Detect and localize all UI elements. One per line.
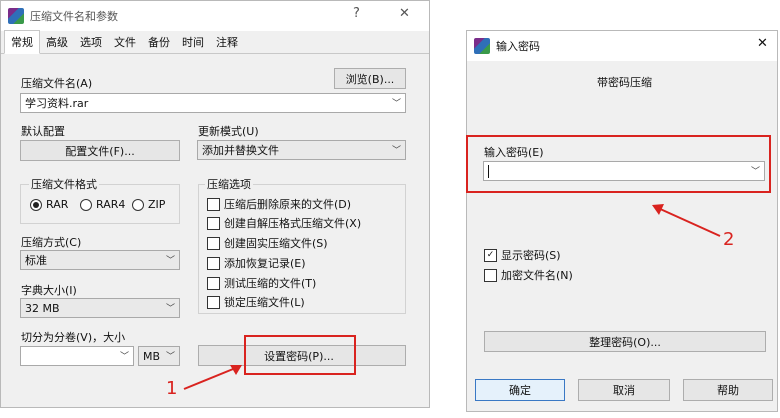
format-radio-rar[interactable]: RAR — [30, 198, 68, 211]
profile-button[interactable]: 配置文件(F)... — [20, 140, 180, 161]
split-label: 切分为分卷(V)，大小 — [21, 331, 126, 344]
ok-button[interactable]: 确定 — [475, 379, 565, 401]
option-label: 压缩后删除原来的文件(D) — [224, 198, 352, 211]
radio-selected-icon — [30, 198, 42, 211]
format-radio-zip[interactable]: ZIP — [132, 198, 165, 211]
option-label: 创建固实压缩文件(S) — [224, 237, 328, 250]
archive-name-input[interactable]: 学习资料.rar ﹀ — [20, 93, 406, 113]
close-icon[interactable]: ✕ — [399, 6, 410, 21]
tab-general[interactable]: 常规 — [4, 30, 40, 54]
option-label: 测试压缩的文件(T) — [224, 277, 317, 290]
set-password-highlight — [244, 335, 356, 375]
password-window-title: 输入密码 — [496, 40, 540, 53]
annotation-step-1: 1 — [166, 378, 178, 399]
organize-passwords-button[interactable]: 整理密码(O)... — [484, 331, 766, 352]
dict-label: 字典大小(I) — [21, 284, 77, 297]
format-zip-label: ZIP — [148, 198, 166, 211]
radio-empty-icon — [132, 198, 144, 211]
checkbox-empty-icon — [207, 197, 220, 211]
close-icon[interactable]: ✕ — [757, 36, 768, 51]
tab-time[interactable]: 时间 — [176, 31, 210, 53]
winrar-app-icon — [8, 8, 24, 24]
format-rar4-label: RAR4 — [96, 198, 126, 211]
update-mode-select[interactable]: 添加并替换文件 ﹀ — [197, 140, 406, 160]
help-button[interactable]: 帮助 — [683, 379, 773, 401]
chevron-down-icon: ﹀ — [165, 303, 175, 314]
archive-name-label: 压缩文件名(A) — [21, 77, 93, 90]
tab-files[interactable]: 文件 — [108, 31, 142, 53]
encrypt-names-checkbox[interactable]: 加密文件名(N) — [484, 267, 573, 283]
tab-bar: 常规 高级 选项 文件 备份 时间 注释 — [1, 30, 429, 54]
winrar-app-icon — [474, 38, 490, 54]
annotation-arrow-1 — [183, 365, 242, 390]
format-radio-rar4[interactable]: RAR4 — [80, 198, 125, 211]
option-test[interactable]: 测试压缩的文件(T) — [207, 275, 316, 291]
password-input-highlight — [466, 135, 771, 193]
option-delete-after[interactable]: 压缩后删除原来的文件(D) — [207, 196, 351, 212]
tab-advanced[interactable]: 高级 — [40, 31, 74, 53]
split-size-input[interactable]: ﹀ — [20, 346, 134, 366]
option-solid[interactable]: 创建固实压缩文件(S) — [207, 235, 328, 251]
archive-params-titlebar: 压缩文件名和参数 ? ✕ — [1, 1, 429, 31]
chevron-down-icon: ﹀ — [165, 255, 175, 266]
option-sfx[interactable]: 创建自解压格式压缩文件(X) — [207, 215, 361, 231]
method-label: 压缩方式(C) — [21, 236, 82, 249]
password-heading: 带密码压缩 — [597, 76, 652, 89]
checkbox-checked-icon: ✓ — [484, 248, 497, 262]
archive-name-value: 学习资料.rar — [25, 97, 89, 110]
dict-value: 32 MB — [25, 301, 60, 315]
checkbox-empty-icon — [207, 276, 220, 290]
show-password-label: 显示密码(S) — [501, 249, 561, 262]
annotation-step-2: 2 — [723, 229, 735, 250]
format-group-label: 压缩文件格式 — [29, 176, 99, 192]
annotation-arrow-2 — [652, 204, 721, 237]
checkbox-empty-icon — [484, 268, 497, 282]
chevron-down-icon[interactable]: ﹀ — [120, 349, 129, 362]
option-label: 创建自解压格式压缩文件(X) — [224, 217, 362, 230]
format-rar-label: RAR — [46, 198, 69, 211]
encrypt-names-label: 加密文件名(N) — [501, 269, 573, 282]
radio-empty-icon — [80, 198, 92, 211]
update-mode-value: 添加并替换文件 — [202, 144, 279, 157]
checkbox-empty-icon — [207, 236, 220, 250]
checkbox-empty-icon — [207, 256, 220, 270]
password-titlebar: 输入密码 ✕ — [467, 31, 777, 61]
method-select[interactable]: 标准 ﹀ — [20, 250, 180, 270]
option-recovery[interactable]: 添加恢复记录(E) — [207, 255, 306, 271]
split-unit-value: MB — [143, 349, 161, 363]
default-profile-label: 默认配置 — [21, 125, 65, 138]
tab-comment[interactable]: 注释 — [210, 31, 244, 53]
update-mode-label: 更新模式(U) — [198, 125, 259, 138]
tab-options[interactable]: 选项 — [74, 31, 108, 53]
chevron-down-icon: ﹀ — [165, 351, 175, 362]
tab-backup[interactable]: 备份 — [142, 31, 176, 53]
option-lock[interactable]: 锁定压缩文件(L) — [207, 294, 305, 310]
show-password-checkbox[interactable]: ✓ 显示密码(S) — [484, 247, 561, 263]
dict-select[interactable]: 32 MB ﹀ — [20, 298, 180, 318]
browse-button[interactable]: 浏览(B)... — [334, 68, 406, 89]
option-label: 锁定压缩文件(L) — [224, 296, 305, 309]
help-icon[interactable]: ? — [353, 6, 360, 21]
chevron-down-icon[interactable]: ﹀ — [392, 96, 401, 109]
method-value: 标准 — [25, 254, 47, 267]
option-label: 添加恢复记录(E) — [224, 257, 306, 270]
cancel-button[interactable]: 取消 — [578, 379, 670, 401]
split-unit-select[interactable]: MB ﹀ — [138, 346, 180, 366]
options-group-label: 压缩选项 — [205, 176, 253, 192]
checkbox-empty-icon — [207, 295, 220, 309]
window-title: 压缩文件名和参数 — [30, 10, 118, 23]
checkbox-empty-icon — [207, 216, 220, 230]
chevron-down-icon: ﹀ — [391, 145, 401, 156]
